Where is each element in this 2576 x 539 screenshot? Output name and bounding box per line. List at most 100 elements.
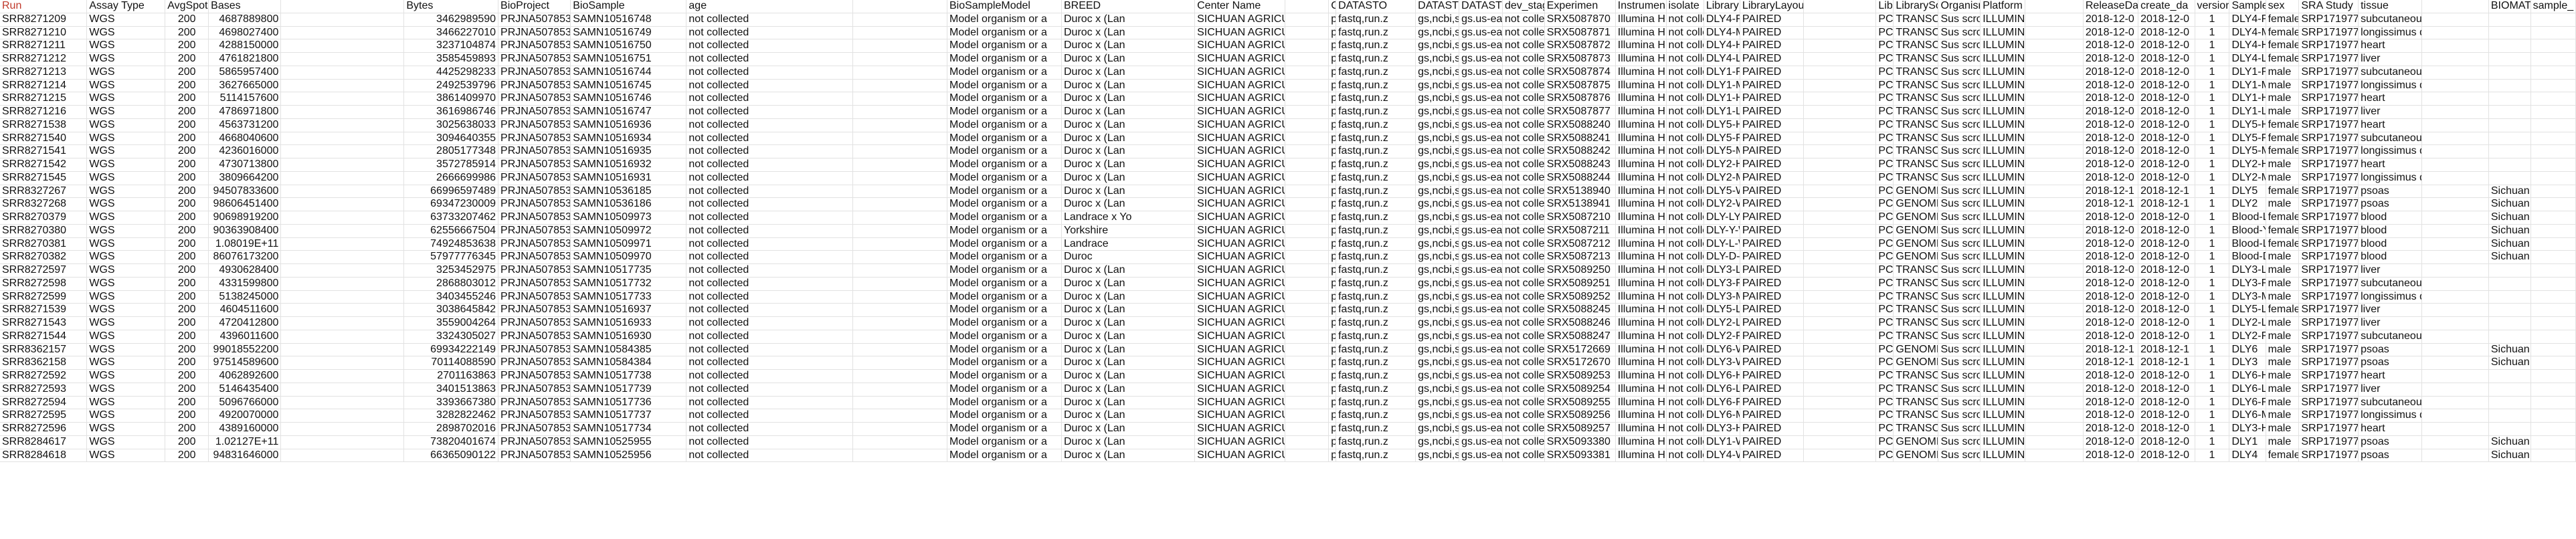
table-cell[interactable]: liver xyxy=(2358,316,2423,330)
table-cell[interactable]: public xyxy=(1328,66,1337,80)
table-cell[interactable]: SRX5088241 xyxy=(1544,132,1616,146)
table-cell[interactable]: public xyxy=(1328,185,1337,199)
table-cell[interactable]: Duroc x (Lan xyxy=(1061,263,1196,278)
table-cell[interactable]: public xyxy=(1328,211,1337,225)
table-cell[interactable] xyxy=(2025,26,2084,40)
table-cell[interactable]: DLY1-L xyxy=(2229,105,2266,119)
table-cell[interactable]: Duroc x (Lan xyxy=(1061,13,1196,27)
table-cell[interactable]: public xyxy=(1328,422,1337,436)
table-cell[interactable]: PAIRED xyxy=(1740,13,1805,27)
table-cell[interactable]: SRX5087212 xyxy=(1544,237,1616,251)
table-cell[interactable]: gs,ncbi,s3 xyxy=(1415,263,1460,278)
table-cell[interactable]: 2018-12-0 xyxy=(2138,383,2195,397)
table-cell[interactable]: Sus scrofa xyxy=(1938,356,1981,370)
table-cell[interactable] xyxy=(1285,330,1329,344)
table-cell[interactable]: gs,ncbi,s3 xyxy=(1415,224,1460,238)
table-cell[interactable]: SRR8270379 xyxy=(0,211,88,225)
table-cell[interactable] xyxy=(1285,277,1329,291)
table-cell[interactable] xyxy=(280,79,405,93)
table-cell[interactable]: male xyxy=(2266,356,2300,370)
table-cell[interactable]: 2018-12-0 xyxy=(2083,330,2139,344)
table-cell[interactable]: PRJNA507853 xyxy=(498,118,571,132)
table-cell[interactable]: not collec xyxy=(1502,435,1545,449)
table-cell[interactable]: 4668040600 xyxy=(208,132,282,146)
table-cell[interactable]: DLY3-L xyxy=(2229,263,2266,278)
table-cell[interactable]: SICHUAN AGRICULTURAL UN xyxy=(1194,158,1286,172)
table-cell[interactable]: public xyxy=(1328,144,1337,158)
table-cell[interactable]: SAMN10517735 xyxy=(570,263,687,278)
table-cell[interactable]: not collect xyxy=(1666,26,1704,40)
table-cell[interactable]: gs,ncbi,s3 xyxy=(1415,13,1460,27)
table-cell[interactable]: gs.us-east xyxy=(1459,185,1503,199)
table-cell[interactable]: Duroc x (Lan xyxy=(1061,330,1196,344)
table-cell[interactable]: 4236016000 xyxy=(208,144,282,158)
table-cell[interactable] xyxy=(852,303,947,317)
table-cell[interactable]: Sus scrofa xyxy=(1938,105,1981,119)
table-cell[interactable] xyxy=(852,409,947,423)
table-cell[interactable]: gs.us-east xyxy=(1459,356,1503,370)
column-header[interactable]: ReleaseDa xyxy=(2083,0,2139,13)
table-cell[interactable]: Duroc x (Lan xyxy=(1061,39,1196,53)
table-cell[interactable]: not collect xyxy=(1666,303,1704,317)
table-cell[interactable]: PAIRED xyxy=(1740,250,1805,264)
table-cell[interactable]: Model organism or a xyxy=(947,26,1062,40)
table-cell[interactable]: 2018-12-0 xyxy=(2083,171,2139,185)
table-cell[interactable]: gs,ncbi,s3 xyxy=(1415,290,1460,304)
table-cell[interactable]: 2018-12-0 xyxy=(2083,383,2139,397)
table-cell[interactable] xyxy=(1803,316,1877,330)
table-cell[interactable] xyxy=(852,105,947,119)
table-cell[interactable]: PCR xyxy=(1875,39,1894,53)
table-cell[interactable] xyxy=(852,211,947,225)
table-cell[interactable]: Sus scrofa xyxy=(1938,39,1981,53)
table-cell[interactable] xyxy=(2488,396,2531,410)
table-cell[interactable]: SRP171977 xyxy=(2298,66,2359,80)
table-cell[interactable] xyxy=(2421,330,2489,344)
table-cell[interactable]: 2018-12-1 xyxy=(2083,185,2139,199)
table-cell[interactable] xyxy=(2488,422,2531,436)
table-cell[interactable]: GENOMIC xyxy=(1893,250,1939,264)
table-cell[interactable]: public xyxy=(1328,356,1337,370)
table-cell[interactable] xyxy=(2531,383,2576,397)
table-cell[interactable]: gs.us-east xyxy=(1459,396,1503,410)
table-cell[interactable] xyxy=(280,263,405,278)
table-cell[interactable]: GENOMIC xyxy=(1893,237,1939,251)
column-header[interactable]: LibraryLayout xyxy=(1740,0,1805,13)
column-header[interactable]: AvgSpotLe xyxy=(165,0,209,13)
table-cell[interactable] xyxy=(2531,52,2576,66)
table-cell[interactable]: not collect xyxy=(1666,66,1704,80)
table-cell[interactable]: ILLUMINA xyxy=(1980,158,2026,172)
table-cell[interactable]: 99018552200 xyxy=(208,343,282,357)
table-cell[interactable] xyxy=(280,396,405,410)
table-cell[interactable]: PCR xyxy=(1875,263,1894,278)
table-cell[interactable]: gs.us-east xyxy=(1459,263,1503,278)
table-cell[interactable]: PAIRED xyxy=(1740,303,1805,317)
table-cell[interactable]: SICHUAN AGRICULTURAL UN xyxy=(1194,66,1286,80)
table-cell[interactable]: ILLUMINA xyxy=(1980,13,2026,27)
table-cell[interactable]: PCR xyxy=(1875,383,1894,397)
table-cell[interactable] xyxy=(2025,171,2084,185)
table-cell[interactable]: PRJNA507853 xyxy=(498,39,571,53)
table-cell[interactable]: fastq,run.z xyxy=(1336,303,1416,317)
table-cell[interactable] xyxy=(1285,435,1329,449)
table-cell[interactable]: SRX5087872 xyxy=(1544,39,1616,53)
table-cell[interactable] xyxy=(852,383,947,397)
table-cell[interactable]: Model organism or a xyxy=(947,144,1062,158)
table-cell[interactable] xyxy=(2421,250,2489,264)
table-cell[interactable]: ILLUMINA xyxy=(1980,197,2026,211)
table-cell[interactable]: TRANSCRI xyxy=(1893,303,1939,317)
table-cell[interactable]: DLY3-M xyxy=(2229,290,2266,304)
table-cell[interactable]: ILLUMINA xyxy=(1980,52,2026,66)
table-cell[interactable]: DLY-LY-V xyxy=(1704,211,1740,225)
table-cell[interactable]: not collec xyxy=(1502,144,1545,158)
table-cell[interactable]: Model organism or a xyxy=(947,250,1062,264)
table-cell[interactable]: 200 xyxy=(165,343,209,357)
table-cell[interactable]: ILLUMINA xyxy=(1980,171,2026,185)
table-cell[interactable]: SICHUAN AGRICULTURAL UN xyxy=(1194,409,1286,423)
table-cell[interactable] xyxy=(1285,171,1329,185)
table-cell[interactable]: Model organism or a xyxy=(947,316,1062,330)
table-cell[interactable]: 2018-12-0 xyxy=(2138,277,2195,291)
table-cell[interactable]: 2018-12-0 xyxy=(2083,211,2139,225)
table-cell[interactable]: 2018-12-0 xyxy=(2138,132,2195,146)
table-cell[interactable] xyxy=(852,13,947,27)
table-cell[interactable]: DLY4-M xyxy=(2229,26,2266,40)
